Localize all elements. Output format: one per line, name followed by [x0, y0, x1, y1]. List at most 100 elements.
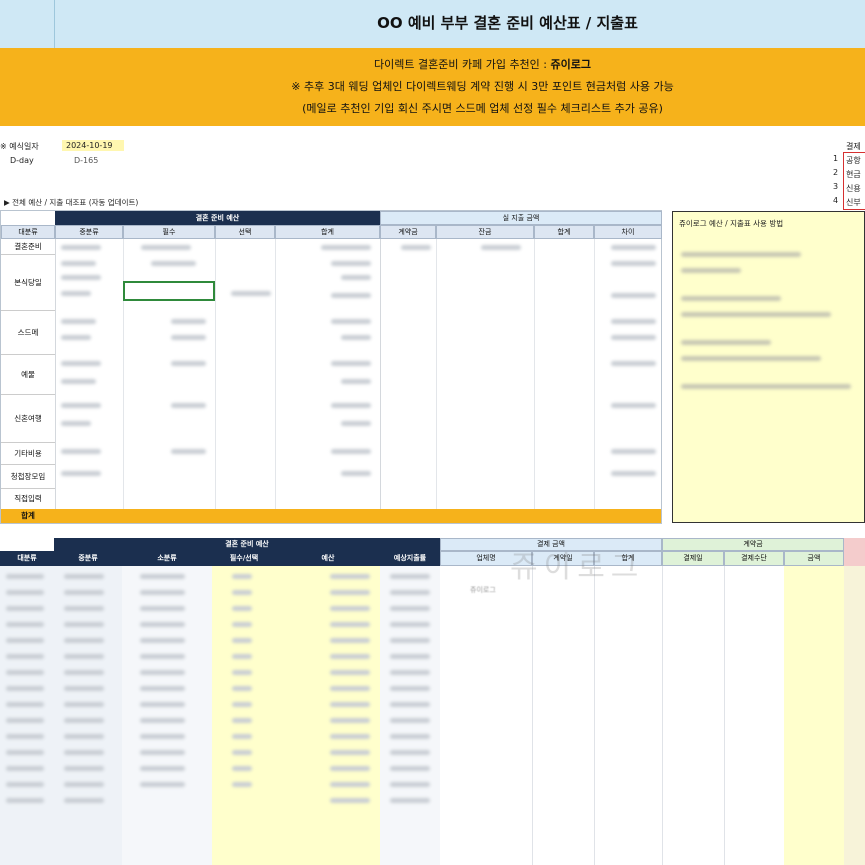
redacted-cell-text	[330, 670, 370, 675]
redacted-cell-text	[390, 686, 430, 691]
redacted-cell-text	[61, 449, 101, 454]
redacted-cell-text	[390, 798, 430, 803]
category-label: 결혼준비	[1, 239, 55, 255]
grid-line	[724, 566, 725, 865]
grid-line	[662, 566, 663, 865]
redacted-cell-text	[331, 449, 371, 454]
redacted-cell-text	[330, 638, 370, 643]
redacted-cell-text	[6, 798, 44, 803]
redacted-cell-text	[390, 702, 430, 707]
redacted-cell-text	[61, 319, 96, 324]
redacted-cell-text	[140, 718, 185, 723]
category-label: 예물	[1, 355, 55, 395]
redacted-cell-text	[331, 319, 371, 324]
side-list-box: 공항 현금 신용 신부	[843, 152, 865, 210]
redacted-cell-text	[330, 782, 370, 787]
grid-line	[55, 239, 56, 509]
banner-line-1: 다이렉트 결혼준비 카페 가입 추천인 : 쥬이로그	[374, 58, 591, 71]
side-list-item: 공항	[846, 156, 861, 165]
redacted-cell-text	[390, 718, 430, 723]
redacted-cell-text	[64, 798, 104, 803]
category-label: 청첩장모임	[1, 465, 55, 489]
redacted-cell-text	[232, 718, 252, 723]
redacted-cell-text	[390, 574, 430, 579]
redacted-cell-text	[140, 702, 185, 707]
redacted-cell-text	[232, 734, 252, 739]
redacted-cell-text	[140, 750, 185, 755]
redacted-cell-text	[6, 734, 44, 739]
detail-col-pay-method: 결제수단	[724, 551, 784, 566]
sheet-title: OO 예비 부부 결혼 준비 예산표 / 지출표	[377, 14, 638, 32]
redacted-cell-text	[390, 590, 430, 595]
redacted-cell-text	[64, 606, 104, 611]
side-list: 1 2 3 4 공항 현금 신용 신부	[833, 152, 865, 212]
redacted-cell-text	[64, 622, 104, 627]
col-deposit: 계약금	[380, 225, 436, 239]
category-label: 직접입력	[14, 494, 42, 503]
dday-value: D-165	[74, 156, 99, 165]
redacted-cell-text	[171, 449, 206, 454]
detail-col-budget: 예산	[276, 551, 380, 566]
redacted-cell-text	[330, 686, 370, 691]
redacted-cell-text	[151, 261, 196, 266]
redacted-cell-text	[681, 312, 831, 317]
next-group-body	[844, 566, 865, 865]
side-list-item: 신부	[846, 198, 861, 207]
redacted-cell-text	[401, 245, 431, 250]
redacted-cell-text	[64, 782, 104, 787]
redacted-cell-text	[341, 335, 371, 340]
col-required: 필수	[123, 225, 215, 239]
side-list-header: 결제	[846, 142, 861, 151]
col-budget-total: 합계	[275, 225, 380, 239]
redacted-cell-text	[6, 622, 44, 627]
side-list-item: 신용	[846, 184, 861, 193]
redacted-cell-text	[390, 606, 430, 611]
redacted-cell-text	[64, 702, 104, 707]
redacted-cell-text	[61, 291, 91, 296]
redacted-cell-text	[61, 471, 101, 476]
recommender-name: 쥬이로그	[550, 58, 591, 71]
redacted-cell-text	[681, 268, 741, 273]
redacted-cell-text	[6, 718, 44, 723]
redacted-cell-text	[140, 782, 185, 787]
redacted-cell-text	[330, 798, 370, 803]
actual-header: 실 지출 금액	[380, 211, 662, 225]
banner-line-2: ※ 추후 3대 웨딩 업체인 다이렉트웨딩 계약 진행 시 3만 포인트 현금처…	[291, 80, 674, 93]
redacted-cell-text	[61, 361, 101, 366]
redacted-cell-text	[331, 293, 371, 298]
redacted-cell-text	[6, 654, 44, 659]
redacted-cell-text	[330, 718, 370, 723]
detail-col-mid: 중분류	[54, 551, 122, 566]
wedding-date-value[interactable]: 2024-10-19	[62, 140, 124, 151]
redacted-cell-text	[341, 421, 371, 426]
next-group-header	[844, 538, 865, 551]
redacted-cell-text	[681, 296, 781, 301]
redacted-cell-text	[330, 574, 370, 579]
selected-cell[interactable]	[123, 281, 215, 301]
redacted-cell-text	[232, 686, 252, 691]
redacted-cell-text	[611, 261, 656, 266]
redacted-cell-text	[330, 734, 370, 739]
category-label: 본식당일	[1, 255, 55, 311]
redacted-cell-text	[64, 670, 104, 675]
detail-col-required-optional: 필수/선택	[212, 551, 276, 566]
redacted-cell-text	[61, 275, 101, 280]
title-band: OO 예비 부부 결혼 준비 예산표 / 지출표	[0, 0, 865, 48]
col-optional: 선택	[215, 225, 275, 239]
redacted-cell-text	[171, 319, 206, 324]
redacted-cell-text	[140, 734, 185, 739]
redacted-cell-text	[341, 471, 371, 476]
redacted-cell-text	[481, 245, 521, 250]
redacted-cell-text	[330, 766, 370, 771]
col-actual-total: 합계	[534, 225, 594, 239]
redacted-cell-text	[232, 638, 252, 643]
redacted-cell-text	[330, 590, 370, 595]
redacted-cell-text	[61, 421, 91, 426]
watermark: 쥬이로그	[510, 550, 645, 585]
redacted-cell-text	[64, 590, 104, 595]
redacted-cell-text	[6, 638, 44, 643]
redacted-cell-text	[232, 574, 252, 579]
redacted-cell-text	[681, 384, 851, 389]
redacted-cell-text	[64, 574, 104, 579]
grid-line	[275, 239, 276, 509]
